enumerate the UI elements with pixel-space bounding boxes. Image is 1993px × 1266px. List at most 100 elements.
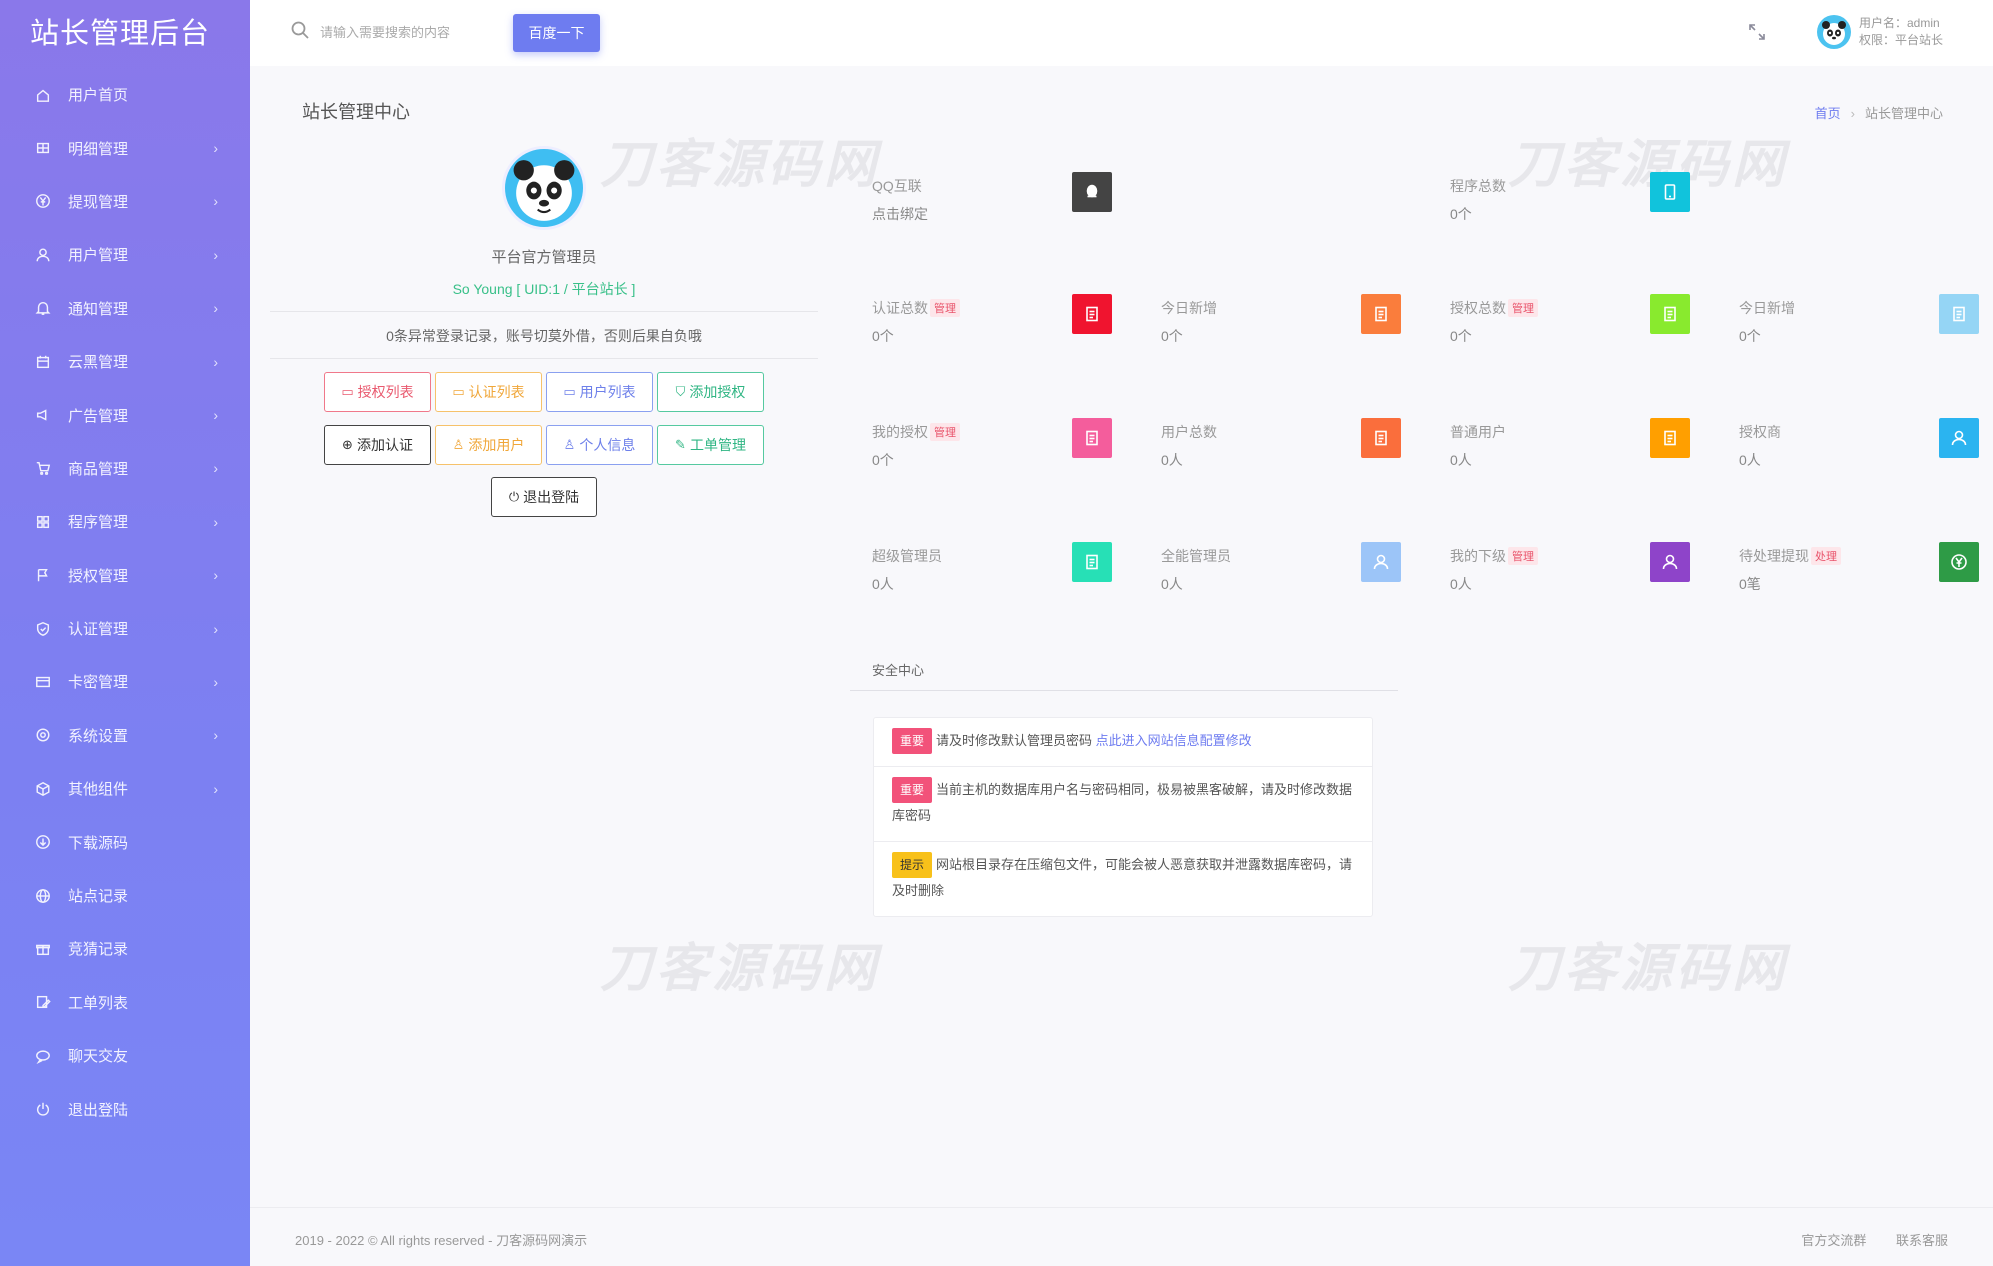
sidebar-item-17[interactable]: 竞猜记录	[0, 922, 250, 975]
security-link[interactable]: 点此进入网站信息配置修改	[1096, 733, 1252, 748]
action-button-2[interactable]: ▭ 认证列表	[435, 372, 542, 412]
search-input[interactable]	[320, 25, 500, 40]
sidebar-item-7[interactable]: 广告管理 ›	[0, 388, 250, 441]
chevron-right-icon: ›	[213, 513, 218, 530]
stat-value: 0个	[1450, 206, 1472, 222]
security-text: 当前主机的数据库用户名与密码相同，极易被黑客破解，请及时修改数据库密码	[892, 782, 1353, 823]
stat-card[interactable]: 超级管理员 0人	[872, 542, 1112, 606]
footer: 2019 - 2022 © All rights reserved - 刀客源码…	[250, 1207, 1993, 1266]
sidebar-item-2[interactable]: 明细管理 ›	[0, 121, 250, 174]
stat-card[interactable]: 授权总数 管理 0个	[1450, 294, 1690, 358]
logout-button[interactable]: ⏻ 退出登陆	[491, 477, 597, 517]
login-notice: 0条异常登录记录，账号切莫外借，否则后果自负哦	[386, 328, 702, 344]
download-icon	[34, 833, 52, 851]
sidebar-item-14[interactable]: 其他组件 ›	[0, 762, 250, 815]
stat-card[interactable]: 授权商 0人	[1739, 418, 1979, 482]
action-button-3[interactable]: ▭ 用户列表	[546, 372, 653, 412]
stat-card[interactable]: QQ互联 点击绑定	[872, 172, 1112, 236]
sidebar-item-9[interactable]: 程序管理 ›	[0, 495, 250, 548]
chevron-right-icon: ›	[213, 567, 218, 584]
user-icon	[1650, 542, 1690, 582]
action-button-8[interactable]: ✎ 工单管理	[657, 425, 764, 465]
edit-icon	[34, 993, 52, 1011]
sidebar-item-label: 系统设置	[68, 727, 129, 745]
sidebar-nav: 用户首页 明细管理 › 提现管理 › 用户管理 › 通知管理 › 云黑管理 › 广告管理 › 商品管理 › 程…	[0, 68, 250, 1136]
stat-card[interactable]: 今日新增 0个	[1161, 294, 1401, 358]
stat-tag[interactable]: 管理	[1508, 299, 1538, 317]
stat-value: 0笔	[1739, 576, 1761, 592]
apps-icon	[34, 513, 52, 531]
security-title: 安全中心	[872, 663, 925, 678]
flag-icon	[34, 566, 52, 584]
breadcrumb-home[interactable]: 首页	[1815, 106, 1841, 121]
stat-card[interactable]: 程序总数 0个	[1450, 172, 1690, 236]
doc-icon	[1939, 294, 1979, 334]
sidebar-item-label: 竞猜记录	[68, 941, 129, 959]
action-button-4[interactable]: ⛉ 添加授权	[657, 372, 764, 412]
stat-card[interactable]: 认证总数 管理 0个	[872, 294, 1112, 358]
user-icon	[1939, 418, 1979, 458]
action-button-6[interactable]: ♙ 添加用户	[435, 425, 542, 465]
stat-tag[interactable]: 管理	[930, 299, 960, 317]
action-button-1[interactable]: ▭ 授权列表	[324, 372, 431, 412]
stat-card[interactable]: 我的下级 管理 0人	[1450, 542, 1690, 606]
shield-icon	[34, 620, 52, 638]
shield-check-icon: ⛉	[675, 384, 686, 399]
stat-label: 用户总数	[1161, 424, 1217, 440]
stat-card[interactable]: 我的授权 管理 0个	[872, 418, 1112, 482]
sidebar-item-4[interactable]: 用户管理 ›	[0, 228, 250, 281]
sidebar-item-10[interactable]: 授权管理 ›	[0, 549, 250, 602]
stat-tag[interactable]: 管理	[930, 423, 960, 441]
card-icon	[34, 673, 52, 691]
logout-label: 退出登陆	[523, 489, 580, 505]
doc-icon	[1361, 294, 1401, 334]
action-button-7[interactable]: ♙ 个人信息	[546, 425, 653, 465]
sidebar-item-6[interactable]: 云黑管理 ›	[0, 335, 250, 388]
stat-tag[interactable]: 处理	[1811, 547, 1841, 565]
page-title: 站长管理中心	[302, 102, 410, 122]
sidebar-item-label: 用户首页	[68, 87, 129, 105]
profile-uid: So Young [ UID:1 / 平台站长 ]	[452, 281, 636, 297]
stat-card[interactable]: 待处理提现 处理 0笔	[1739, 542, 1979, 606]
doc-icon	[1072, 418, 1112, 458]
fullscreen-icon[interactable]	[1747, 22, 1767, 42]
action-button-label: 用户列表	[579, 384, 636, 400]
sidebar-item-3[interactable]: 提现管理 ›	[0, 175, 250, 228]
sidebar-item-label: 程序管理	[68, 514, 129, 532]
sidebar-item-label: 广告管理	[68, 407, 129, 425]
stat-label: 授权总数	[1450, 300, 1506, 316]
sidebar-item-1[interactable]: 用户首页	[0, 68, 250, 121]
action-button-label: 工单管理	[689, 437, 746, 453]
user-menu[interactable]: 用户名：admin 权限：平台站长	[1816, 15, 1943, 49]
sidebar-item-19[interactable]: 聊天交友	[0, 1029, 250, 1082]
stat-card[interactable]: 普通用户 0人	[1450, 418, 1690, 482]
chevron-right-icon: ›	[213, 673, 218, 690]
calendar-icon	[34, 353, 52, 371]
sidebar-item-5[interactable]: 通知管理 ›	[0, 282, 250, 335]
divider	[270, 358, 818, 359]
sidebar-item-11[interactable]: 认证管理 ›	[0, 602, 250, 655]
file-icon: ▭	[563, 384, 576, 399]
sidebar-item-8[interactable]: 商品管理 ›	[0, 442, 250, 495]
tablet-icon	[1650, 172, 1690, 212]
footer-link-support[interactable]: 联系客服	[1896, 1233, 1948, 1248]
stat-card[interactable]: 全能管理员 0人	[1161, 542, 1401, 606]
sidebar-item-15[interactable]: 下载源码	[0, 815, 250, 868]
stat-value: 0人	[1450, 576, 1472, 592]
stat-label: 今日新增	[1161, 300, 1217, 316]
sidebar-item-12[interactable]: 卡密管理 ›	[0, 655, 250, 708]
action-button-5[interactable]: ⊕ 添加认证	[324, 425, 431, 465]
stat-label: 我的下级	[1450, 548, 1506, 564]
stat-value: 0人	[1450, 452, 1472, 468]
stat-card[interactable]: 今日新增 0个	[1739, 294, 1979, 358]
footer-link-group[interactable]: 官方交流群	[1801, 1233, 1866, 1248]
security-badge: 重要	[892, 777, 933, 803]
sidebar-item-13[interactable]: 系统设置 ›	[0, 709, 250, 762]
sidebar-item-16[interactable]: 站点记录	[0, 869, 250, 922]
sidebar-item-20[interactable]: 退出登陆	[0, 1082, 250, 1135]
sidebar-item-18[interactable]: 工单列表	[0, 976, 250, 1029]
stat-card[interactable]: 用户总数 0人	[1161, 418, 1401, 482]
stat-tag[interactable]: 管理	[1508, 547, 1538, 565]
plus-circle-icon: ⊕	[342, 437, 353, 452]
search-button[interactable]: 百度一下	[513, 14, 600, 52]
